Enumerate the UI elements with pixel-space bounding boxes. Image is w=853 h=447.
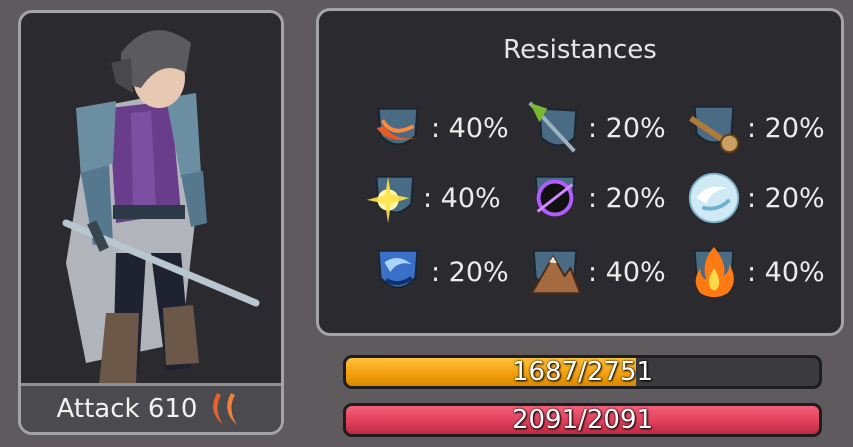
ice-resistance-icon xyxy=(688,172,740,224)
slash-resistance-icon xyxy=(376,107,419,146)
blunt-resistance-icon xyxy=(689,105,740,154)
resistance-slash-value: : 40% xyxy=(431,112,509,144)
resistance-light: : 40% xyxy=(361,169,501,227)
earth-resistance-icon xyxy=(530,249,582,295)
resistance-pierce: : 20% xyxy=(526,99,666,157)
water-resistance-icon xyxy=(377,249,419,289)
resistance-ice: : 20% xyxy=(685,169,825,227)
resistance-pierce-value: : 20% xyxy=(588,112,666,144)
resistance-earth-value: : 40% xyxy=(588,256,666,288)
fire-resistance-icon xyxy=(693,246,735,298)
attack-stat: Attack 610 xyxy=(21,383,281,432)
dark-resistance-icon xyxy=(534,175,576,217)
resistance-fire-value: : 40% xyxy=(747,256,825,288)
slash-claw-icon xyxy=(213,393,238,425)
character-portrait xyxy=(62,30,260,385)
attack-label: Attack 610 xyxy=(56,394,198,424)
resistances-panel: Resistances : 40% : 20% : 20% : 40%: 20… xyxy=(316,8,844,336)
experience-bar: 1687/2751 xyxy=(343,355,822,389)
resistance-earth: : 40% xyxy=(526,243,666,301)
light-resistance-icon xyxy=(366,175,415,224)
resistance-dark: : 20% xyxy=(526,169,666,227)
resistance-dark-value: : 20% xyxy=(588,182,666,214)
resistance-blunt: : 20% xyxy=(685,99,825,157)
resistances-title: Resistances xyxy=(503,35,657,65)
health-bar-text: 2091/2091 xyxy=(511,405,654,435)
resistance-fire: : 40% xyxy=(685,243,825,301)
health-bar: 2091/2091 xyxy=(343,403,822,437)
character-panel: Attack 610 xyxy=(18,10,284,435)
resistance-water-value: : 20% xyxy=(431,256,509,288)
resistance-blunt-value: : 20% xyxy=(747,112,825,144)
resistance-light-value: : 40% xyxy=(423,182,501,214)
resistance-water: : 20% xyxy=(369,243,509,301)
pierce-resistance-icon xyxy=(528,101,578,153)
experience-bar-text: 1687/2751 xyxy=(511,357,654,387)
resistance-ice-value: : 20% xyxy=(747,182,825,214)
resistance-slash: : 40% xyxy=(369,99,509,157)
